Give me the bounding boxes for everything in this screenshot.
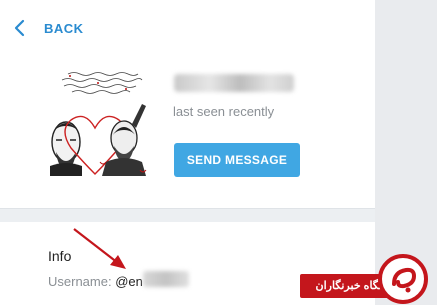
last-seen-status: last seen recently — [173, 104, 275, 119]
info-section-title: Info — [48, 248, 72, 264]
username-blurred — [143, 271, 189, 287]
chevron-left-icon — [14, 19, 25, 37]
profile-name-blurred — [174, 74, 294, 92]
back-label: BACK — [44, 20, 84, 36]
section-divider-line — [0, 208, 375, 209]
profile-avatar[interactable] — [40, 66, 160, 176]
username-row[interactable]: Username: @en — [48, 274, 143, 289]
section-divider — [0, 208, 375, 222]
username-label: Username: — [48, 274, 112, 289]
back-button[interactable]: BACK — [12, 18, 84, 38]
send-message-button[interactable]: SEND MESSAGE — [174, 143, 300, 177]
username-value: @en — [115, 274, 143, 289]
watermark-logo: باشگاه خبرنگاران — [300, 250, 437, 305]
annotation-arrow-icon — [73, 228, 126, 269]
watermark-emblem-icon — [378, 254, 428, 304]
